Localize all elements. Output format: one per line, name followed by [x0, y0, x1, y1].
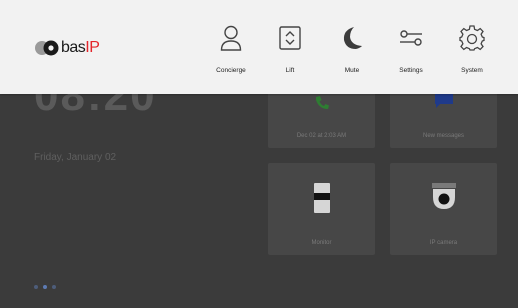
- logo-mark-icon: [34, 40, 60, 56]
- phone-icon: [313, 94, 331, 117]
- brand-logo: basIP: [34, 36, 100, 60]
- message-icon: [434, 92, 454, 115]
- system-button[interactable]: System: [445, 24, 499, 84]
- page-dot[interactable]: [34, 285, 38, 289]
- tile-monitor[interactable]: Monitor: [268, 163, 375, 255]
- page-indicator: [34, 285, 56, 289]
- gear-icon: [458, 24, 486, 52]
- mute-button[interactable]: Mute: [325, 24, 379, 84]
- logo-text: basIP: [61, 39, 100, 56]
- mute-label: Mute: [344, 67, 360, 74]
- tile-ip-camera-label: IP camera: [429, 240, 458, 246]
- system-label: System: [461, 67, 483, 74]
- concierge-label: Concierge: [216, 67, 246, 74]
- moon-icon: [338, 24, 366, 52]
- tile-ip-camera[interactable]: IP camera: [390, 163, 497, 255]
- date-label: Friday, January 02: [34, 152, 117, 163]
- concierge-button[interactable]: Concierge: [204, 24, 258, 84]
- lift-button[interactable]: Lift: [263, 24, 317, 84]
- monitor-icon: [313, 183, 330, 218]
- tile-monitor-label: Monitor: [311, 240, 332, 246]
- tile-calls-label: Dec 02 at 2:03 AM: [296, 133, 347, 139]
- quick-panel: basIP Concierge Lift Mute Settings Syste…: [0, 0, 518, 94]
- page-dot[interactable]: [52, 285, 56, 289]
- lift-label: Lift: [285, 67, 295, 74]
- camera-icon: [430, 183, 458, 216]
- settings-label: Settings: [399, 67, 423, 74]
- person-icon: [217, 24, 245, 52]
- page-dot[interactable]: [43, 285, 47, 289]
- sliders-icon: [397, 24, 425, 52]
- elevator-icon: [276, 24, 304, 52]
- tile-messages-label: New messages: [422, 133, 464, 139]
- settings-button[interactable]: Settings: [384, 24, 438, 84]
